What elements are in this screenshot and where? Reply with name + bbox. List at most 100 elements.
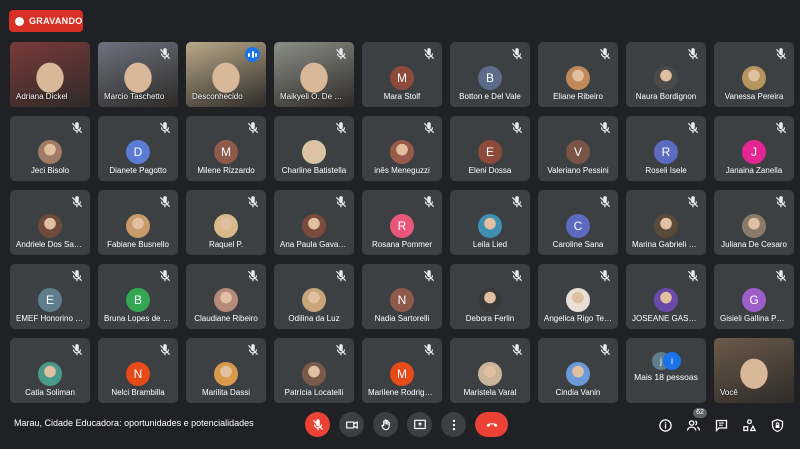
participant-tile[interactable]: Marilita Dassi	[186, 338, 266, 403]
participant-tile[interactable]: Marcio Taschetto	[98, 42, 178, 107]
participant-tile[interactable]: M Mara Stolf	[362, 42, 442, 107]
participant-avatar	[654, 288, 678, 312]
participant-tile[interactable]: B Bruna Lopes de Oliveira	[98, 264, 178, 329]
participant-tile[interactable]: N Nadia Sartorelli	[362, 264, 442, 329]
present-icon	[413, 419, 426, 429]
participant-tile[interactable]: D Dianete Pagotto	[98, 116, 178, 181]
participant-tile[interactable]: Cindia Vanin	[538, 338, 618, 403]
participant-tile[interactable]: Vanessa Pereira	[714, 42, 794, 107]
participant-tile[interactable]: Desconhecido	[186, 42, 266, 107]
participant-name: Patrícia Locatelli	[284, 388, 344, 397]
mic-off-icon	[598, 121, 612, 135]
mic-off-icon	[686, 47, 700, 61]
microphone-toggle-button[interactable]	[305, 412, 330, 437]
mic-off-icon	[246, 343, 260, 357]
recording-dot-icon	[15, 16, 24, 26]
participant-tile[interactable]: C Caroline Sana	[538, 190, 618, 255]
raise-hand-button[interactable]	[373, 412, 398, 437]
call-controls	[305, 412, 508, 438]
people-button[interactable]: 62	[684, 408, 707, 437]
more-options-button[interactable]	[441, 412, 466, 437]
participant-name: Andriele Dos Santos	[16, 240, 84, 249]
participant-name: EMEF Honorino Sartori	[16, 314, 84, 323]
participant-tile[interactable]: E EMEF Honorino Sartori	[10, 264, 90, 329]
camera-toggle-button[interactable]	[339, 412, 364, 437]
participant-tile[interactable]: Charline Batistella	[274, 116, 354, 181]
info-icon	[658, 418, 672, 432]
mic-off-icon	[334, 195, 348, 209]
participant-tile[interactable]: Patrícia Locatelli	[274, 338, 354, 403]
mic-off-icon	[422, 195, 436, 209]
mic-off-icon	[312, 418, 323, 430]
participant-name: Claudiane Ribeiro	[194, 314, 258, 323]
more-participants-tile[interactable]: j i Mais 18 pessoas	[626, 338, 706, 403]
participant-tile[interactable]: Marina Gabrieli Galina	[626, 190, 706, 255]
chat-button[interactable]	[712, 413, 730, 437]
participant-grid: Adriana Dickel Marcio Taschetto Desconheci…	[10, 42, 794, 403]
participant-tile[interactable]: N Nelci Brambilla	[98, 338, 178, 403]
participant-tile[interactable]: Maristela Varal	[450, 338, 530, 403]
participant-name: JOSEANE GASPARETTO	[632, 314, 700, 323]
participant-name: Charline Batistella	[281, 166, 347, 175]
participant-name: Marilene Rodrigues	[368, 388, 436, 397]
activities-button[interactable]	[740, 413, 758, 437]
participant-tile[interactable]: Leila Lied	[450, 190, 530, 255]
participant-tile[interactable]: B Botton e Del Vale	[450, 42, 530, 107]
participant-tile[interactable]: G Gisieli Gallina Pelicioli	[714, 264, 794, 329]
participant-avatar	[302, 288, 326, 312]
participant-tile[interactable]: Naura Bordignon	[626, 42, 706, 107]
participant-tile[interactable]: Raquel P.	[186, 190, 266, 255]
mic-off-icon	[334, 121, 348, 135]
participant-tile[interactable]: Adriana Dickel	[10, 42, 90, 107]
mic-off-icon	[510, 343, 524, 357]
participant-tile[interactable]: JOSEANE GASPARETTO	[626, 264, 706, 329]
participant-tile[interactable]: Maikyeli O. De Gasperi	[274, 42, 354, 107]
present-screen-button[interactable]	[407, 412, 432, 437]
participant-name: Catia Soliman	[25, 388, 75, 397]
mic-off-icon	[598, 269, 612, 283]
participant-tile[interactable]: E Eleni Dossa	[450, 116, 530, 181]
participant-tile[interactable]: R Rosana Pommer	[362, 190, 442, 255]
participant-tile[interactable]: Odilina da Luz	[274, 264, 354, 329]
participant-avatar	[566, 362, 590, 386]
participant-tile[interactable]: M Marilene Rodrigues	[362, 338, 442, 403]
participant-tile[interactable]: Claudiane Ribeiro	[186, 264, 266, 329]
participant-avatar: N	[390, 288, 414, 312]
mic-off-icon	[774, 269, 788, 283]
mic-off-icon	[422, 47, 436, 61]
mic-off-icon	[510, 47, 524, 61]
participant-tile[interactable]: V Valeriano Pessini	[538, 116, 618, 181]
more-vert-icon	[452, 419, 455, 430]
participant-tile[interactable]: J Janaina Zanella	[714, 116, 794, 181]
leave-call-button[interactable]	[475, 412, 508, 437]
participant-avatar	[566, 66, 590, 90]
more-avatars: ji	[652, 352, 682, 372]
participant-tile[interactable]: Ana Paula Gavazzoni	[274, 190, 354, 255]
participant-tile[interactable]: R Roseli Isele	[626, 116, 706, 181]
participant-avatar	[214, 214, 238, 238]
participant-name: Mara Stolf	[383, 92, 421, 101]
self-video-tile[interactable]: Você	[714, 338, 794, 403]
participant-avatar	[302, 140, 326, 164]
participant-avatar	[566, 288, 590, 312]
more-avatar: i	[663, 352, 681, 370]
participant-tile[interactable]: Catia Soliman	[10, 338, 90, 403]
recording-badge: GRAVANDO	[9, 10, 83, 32]
participant-tile[interactable]: Andriele Dos Santos	[10, 190, 90, 255]
participant-tile[interactable]: Eliane Ribeiro	[538, 42, 618, 107]
meeting-details-button[interactable]	[656, 413, 674, 437]
participant-tile[interactable]: Fabiane Busnello	[98, 190, 178, 255]
mic-off-icon	[422, 343, 436, 357]
participant-tile[interactable]: M Milene Rizzardo	[186, 116, 266, 181]
participant-avatar: D	[126, 140, 150, 164]
mic-off-icon	[598, 195, 612, 209]
participant-tile[interactable]: Angelica Rigo Tesser	[538, 264, 618, 329]
meeting-title: Marau, Cidade Educadora: oportunidades e…	[14, 418, 254, 428]
participant-avatar: G	[742, 288, 766, 312]
host-controls-button[interactable]	[768, 413, 786, 437]
participant-tile[interactable]: inês Meneguzzi	[362, 116, 442, 181]
participant-tile[interactable]: Juliana De Cesaro	[714, 190, 794, 255]
participant-tile[interactable]: Debora Ferlin	[450, 264, 530, 329]
participant-avatar	[214, 288, 238, 312]
participant-tile[interactable]: Jeci Bisolo	[10, 116, 90, 181]
